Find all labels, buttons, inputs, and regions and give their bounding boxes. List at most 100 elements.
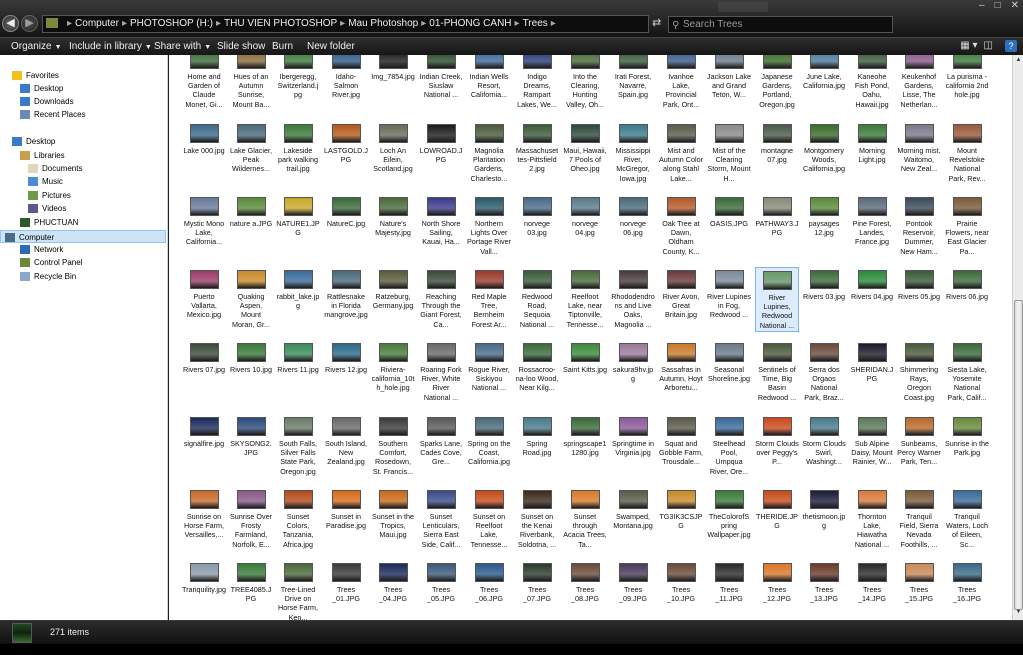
file-item[interactable]: norvege 06.jpg bbox=[611, 194, 655, 257]
search-input[interactable]: ⚲ Search Trees bbox=[668, 16, 893, 33]
nav-item-network[interactable]: Network bbox=[20, 243, 63, 256]
file-item[interactable]: Sassafras in Autumn, Hoyt Arboretu... bbox=[659, 340, 703, 403]
file-item[interactable]: LOWROAD.JPG bbox=[419, 121, 463, 184]
file-item[interactable]: Northern Lights Over Portage River Vall.… bbox=[467, 194, 511, 257]
file-item[interactable]: Mount Revelstoke National Park, Rev... bbox=[945, 121, 989, 184]
file-item[interactable]: Pontook Reservoir, Dummer, New Ham... bbox=[897, 194, 941, 257]
file-item[interactable]: Sub Alpine Daisy, Mount Rainier, W... bbox=[850, 414, 894, 477]
file-item[interactable]: Home and Garden of Claude Monet, Gi... bbox=[182, 55, 226, 110]
file-item[interactable]: Trees _16.JPG bbox=[945, 560, 989, 620]
file-item[interactable]: rabbit_lake.jpg bbox=[276, 267, 320, 330]
file-item[interactable]: OASIS.JPG bbox=[707, 194, 751, 257]
file-item[interactable]: Ivanhoe Lake, Provincial Park, Ont... bbox=[659, 55, 703, 110]
chevron-right-icon[interactable]: ▸ bbox=[216, 18, 221, 29]
file-item[interactable]: Storm Clouds Swirl, Washingt... bbox=[802, 414, 846, 477]
breadcrumb-item[interactable]: THU VIEN PHOTOSHOP bbox=[224, 18, 337, 29]
file-item[interactable]: Rivers 06.jpg bbox=[945, 267, 989, 330]
file-item[interactable]: thetismoon.jpg bbox=[802, 487, 846, 550]
breadcrumb-item[interactable]: PHOTOSHOP (H:) bbox=[130, 18, 213, 29]
file-item[interactable]: Loch An Eilein, Scotland.jpg bbox=[371, 121, 415, 184]
file-item[interactable]: Tranquil Field, Sierra Nevada Foothills,… bbox=[897, 487, 941, 550]
file-item[interactable]: Img_7854.jpg bbox=[371, 55, 415, 110]
nav-item-videos[interactable]: Videos bbox=[28, 202, 66, 215]
file-item[interactable]: Storm Clouds over Peggy's P... bbox=[755, 414, 799, 477]
include-in-library-button[interactable]: Include in library ▼ bbox=[69, 41, 152, 52]
file-item[interactable]: Mystic Mono Lake, California... bbox=[182, 194, 226, 257]
file-item[interactable]: Kaneohe Fish Pond, Oahu, Hawaii.jpg bbox=[850, 55, 894, 110]
file-item[interactable]: Mist of the Clearing Storm, Mount H... bbox=[707, 121, 751, 184]
file-item[interactable]: Indigo Dreams, Rampart Lakes, We... bbox=[515, 55, 559, 110]
slide-show-button[interactable]: Slide show bbox=[217, 41, 265, 52]
file-item[interactable]: Springtime in Virginia.jpg bbox=[611, 414, 655, 477]
file-item[interactable]: Ratzeburg, Germany.jpg bbox=[371, 267, 415, 330]
file-item[interactable]: South Falls, Silver Falls State Park, Or… bbox=[276, 414, 320, 477]
chevron-right-icon[interactable]: ▸ bbox=[551, 18, 556, 29]
file-item[interactable]: Shimmering Rays, Oregon Coast.jpg bbox=[897, 340, 941, 403]
file-item[interactable]: springscape11280.jpg bbox=[563, 414, 607, 477]
file-item[interactable]: Indian Creek, Siuslaw National ... bbox=[419, 55, 463, 110]
file-item[interactable]: Sentinels of Time, Big Basin Redwood ... bbox=[755, 340, 799, 403]
share-with-button[interactable]: Share with ▼ bbox=[154, 41, 211, 52]
breadcrumb-item[interactable]: 01-PHONG CANH bbox=[429, 18, 511, 29]
file-item[interactable]: Trees _01.JPG bbox=[324, 560, 368, 620]
file-item[interactable]: Prairie Flowers, near East Glacier Pa... bbox=[945, 194, 989, 257]
nav-item-libraries[interactable]: Libraries bbox=[20, 149, 65, 162]
file-item[interactable]: signalfire.jpg bbox=[182, 414, 226, 477]
view-icon[interactable]: ▦ ▾ bbox=[960, 39, 977, 54]
file-item[interactable]: Sparks Lane, Cades Cove, Gre... bbox=[419, 414, 463, 477]
address-field[interactable]: ▸ Computer ▸ PHOTOSHOP (H:) ▸ THU VIEN PHOTOS… bbox=[42, 15, 649, 33]
file-item[interactable]: Reaching Through the Giant Forest, Ca... bbox=[419, 267, 463, 330]
file-item[interactable]: Saint Kitts.jpg bbox=[563, 340, 607, 403]
file-item[interactable]: Sunset Colors, Tanzania, Africa.jpg bbox=[276, 487, 320, 550]
file-item[interactable]: Rivers 04.jpg bbox=[850, 267, 894, 330]
file-item[interactable]: Rivers 07.jpg bbox=[182, 340, 226, 403]
file-item[interactable]: Roaring Fork River, White River National… bbox=[419, 340, 463, 403]
file-item[interactable]: River Lupines in Fog, Redwood ... bbox=[707, 267, 751, 330]
file-item[interactable]: River Lupines, Redwood National ... bbox=[755, 267, 799, 332]
breadcrumb-item[interactable]: Mau Photoshop bbox=[348, 18, 418, 29]
nav-item-pictures[interactable]: Pictures bbox=[28, 189, 71, 202]
chevron-right-icon[interactable]: ▸ bbox=[122, 18, 127, 29]
file-item[interactable]: Trees _08.JPG bbox=[563, 560, 607, 620]
nav-item-favorites[interactable]: Favorites bbox=[12, 69, 59, 82]
file-item[interactable]: Spring on the Coast, California.jpg bbox=[467, 414, 511, 477]
file-item[interactable]: South Island, New Zealand.jpg bbox=[324, 414, 368, 477]
file-item[interactable]: Riviera-california_10th_hole.jpg bbox=[371, 340, 415, 403]
preview-pane-icon[interactable]: ◫ bbox=[984, 39, 993, 54]
file-item[interactable]: Tranquility.jpg bbox=[182, 560, 226, 620]
file-item[interactable]: Pine Forest, Landes, France.jpg bbox=[850, 194, 894, 257]
file-item[interactable]: Reelfoot Lake, near Tiptonville, Tenness… bbox=[563, 267, 607, 330]
chevron-right-icon[interactable]: ▸ bbox=[515, 18, 520, 29]
file-item[interactable]: Idaho-Salmon River.jpg bbox=[324, 55, 368, 110]
scroll-down-icon[interactable]: ▼ bbox=[1014, 609, 1023, 618]
file-item[interactable]: Sunset on the Kenai Riverbank, Soldotna,… bbox=[515, 487, 559, 550]
file-item[interactable]: Steelhead Pool, Umpqua River, Ore... bbox=[707, 414, 751, 477]
file-item[interactable]: Southern Comfort, Rosedown, St. Francis.… bbox=[371, 414, 415, 477]
file-item[interactable]: Rogue River, Siskiyou National ... bbox=[467, 340, 511, 403]
file-item[interactable]: THERIDE.JPG bbox=[755, 487, 799, 550]
file-item[interactable]: North Shore Sailing, Kauai, Ha... bbox=[419, 194, 463, 257]
file-item[interactable]: Lake 000.jpg bbox=[182, 121, 226, 184]
file-item[interactable]: SKYSONG2.JPG bbox=[229, 414, 273, 477]
file-item[interactable]: Quaking Aspen, Mount Moran, Gr... bbox=[229, 267, 273, 330]
file-item[interactable]: Sunset through Acacia Trees, Ta... bbox=[563, 487, 607, 550]
file-item[interactable]: Puerto Vallarta, Mexico.jpg bbox=[182, 267, 226, 330]
file-item[interactable]: Sunset in Paradise.jpg bbox=[324, 487, 368, 550]
file-item[interactable]: Sunrise Over Frosty Farmland, Norfolk, E… bbox=[229, 487, 273, 550]
nav-item-desktop[interactable]: Desktop bbox=[12, 135, 55, 148]
file-item[interactable]: Into the Clearing, Hunting Valley, Oh... bbox=[563, 55, 607, 110]
file-item[interactable]: Swamped, Montana.jpg bbox=[611, 487, 655, 550]
file-item[interactable]: Sunrise in the Park.jpg bbox=[945, 414, 989, 477]
file-item[interactable]: Oak Tree at Dawn, Oldham County, K... bbox=[659, 194, 703, 257]
vertical-scrollbar[interactable]: ▲ ▼ bbox=[1012, 55, 1023, 620]
nav-item-downloads[interactable]: Downloads bbox=[20, 95, 74, 108]
file-item[interactable]: Trees _11.JPG bbox=[707, 560, 751, 620]
file-item[interactable]: montagne 07.jpg bbox=[755, 121, 799, 184]
file-item[interactable]: Maui, Hawaii, 7 Pools of Oheo.jpg bbox=[563, 121, 607, 184]
file-item[interactable]: Sunbeams, Percy Warner Park, Ten... bbox=[897, 414, 941, 477]
file-item[interactable]: Redwood Road, Sequoia National ... bbox=[515, 267, 559, 330]
refresh-icon[interactable]: ⇄ bbox=[652, 16, 661, 29]
file-item[interactable]: Rossacroo-na-loo Wood, Near Kilg... bbox=[515, 340, 559, 403]
file-item[interactable]: Indian Wells Resort, California... bbox=[467, 55, 511, 110]
close-icon[interactable]: ✕ bbox=[1011, 0, 1019, 11]
